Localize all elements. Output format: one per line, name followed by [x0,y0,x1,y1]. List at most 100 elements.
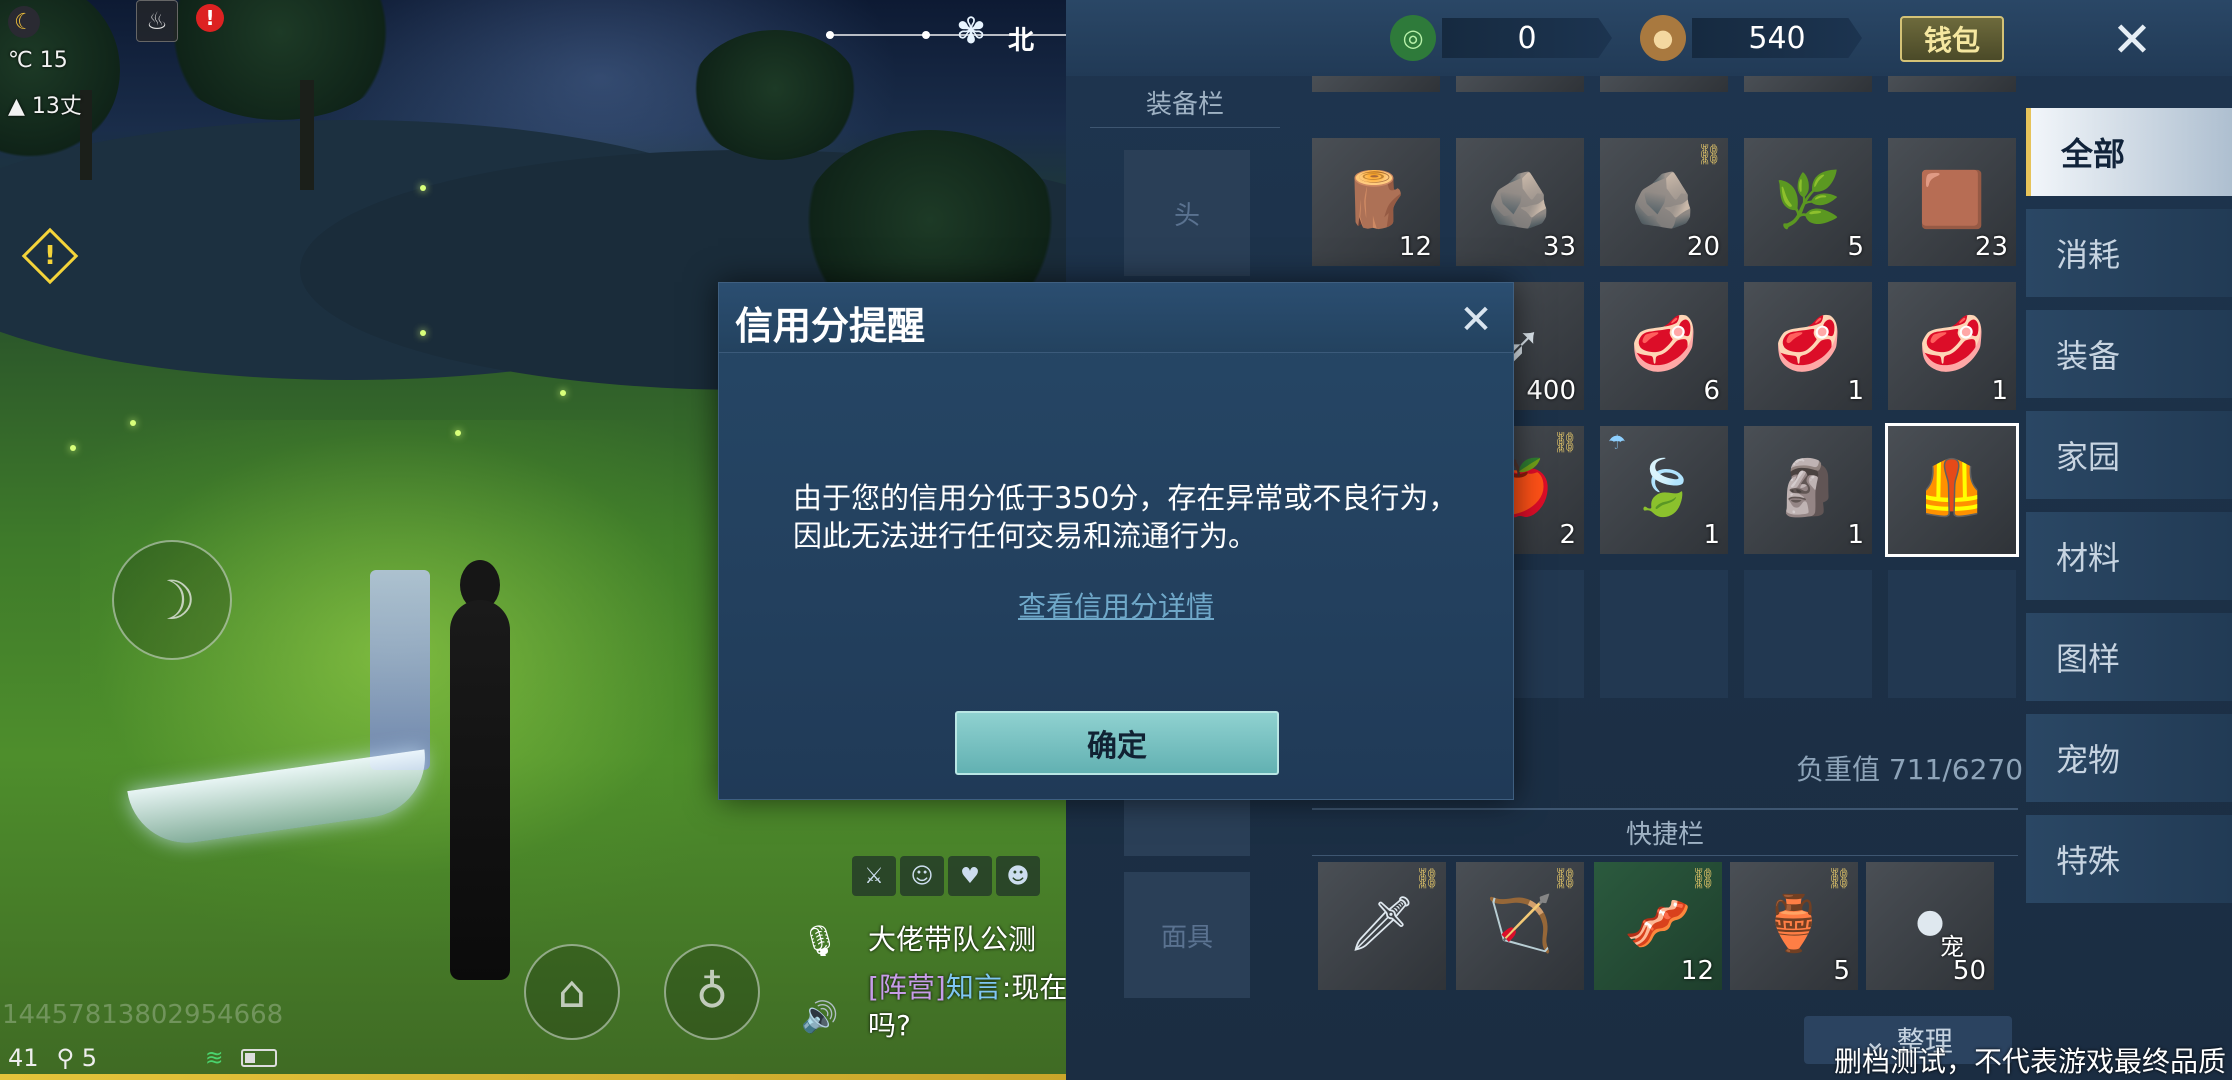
empty-slot[interactable] [1744,570,1872,698]
coin-icon: ● [1640,15,1686,61]
inventory-slot[interactable]: 🥩 1 [1744,282,1872,410]
inventory-slot[interactable]: 🥩 1 [1888,282,2016,410]
crossbow-icon: 🏹 [1486,892,1554,955]
tab-consumable[interactable]: 消耗 [2026,209,2232,297]
item-count: 5 [1833,956,1850,986]
compass-north: 北 [1008,26,1035,56]
microphone-icon[interactable]: 🎙 [800,922,840,962]
raw-meat-icon: 🥩 [1774,312,1842,375]
chat-text: :现在 [1001,971,1066,1004]
inventory-slot[interactable] [1744,76,1872,92]
inventory-slot[interactable]: 🥩 6 [1600,282,1728,410]
item-count: 1 [1847,376,1864,406]
bag-button[interactable]: ♁ [664,944,760,1040]
raw-meat-icon: 🥩 [1918,312,1986,375]
tree-trunk [300,80,314,190]
credit-score-dialog: 信用分提醒 ✕ 由于您的信用分低于350分，存在异常或不良行为，因此无法进行任何… [718,282,1514,800]
gold-ore-icon: 🪨 [1630,168,1698,231]
team-channel-icon[interactable]: ☺ [900,856,944,896]
hunger-icon[interactable]: ♨ [136,0,178,42]
confirm-button[interactable]: 确定 [955,711,1279,775]
vest-icon: 🦺 [1918,456,1986,519]
firefly [70,445,76,451]
inventory-slot[interactable] [1456,76,1584,92]
sword-icon: 🗡 [1347,892,1417,955]
empty-slot[interactable] [1888,570,2016,698]
coin-currency: ● 540 [1640,14,1862,62]
equip-slot-head[interactable]: 头 [1124,150,1250,276]
firefly [420,330,426,336]
chat-user[interactable]: 知言 [946,971,1002,1004]
friend-channel-icon[interactable]: ♥ [948,856,992,896]
inventory-slot[interactable]: ☂ 🍃 1 [1600,426,1728,554]
guild-channel-icon[interactable]: ☻ [996,856,1040,896]
tab-special[interactable]: 特殊 [2026,815,2232,903]
weapon-skill-button[interactable]: ☽ [112,540,232,660]
quickbar-slot[interactable]: ⚫ 宠 50 [1866,862,1994,990]
inventory-slot[interactable]: ⛓ 🪨 20 [1600,138,1728,266]
temperature-readout: ℃ 15 [8,48,68,73]
xp-bar [0,1074,1066,1080]
inventory-slot[interactable]: 🪵 12 [1312,138,1440,266]
fps-readout: 41 [8,1044,39,1072]
equip-slot-mask[interactable]: 面具 [1124,872,1250,998]
fairy-marker-icon: ✾ [955,11,987,52]
item-count: 33 [1542,232,1576,262]
quickbar-slot[interactable]: ⛓ 🗡 [1318,862,1446,990]
gold-ore-icon: 🪨 [1486,168,1554,231]
credit-details-link[interactable]: 查看信用分详情 [719,585,1513,625]
inventory-slot[interactable] [1312,76,1440,92]
alert-icon[interactable]: ! [196,4,224,32]
close-icon[interactable]: ✕ [1453,297,1499,343]
tab-pet[interactable]: 宠物 [2026,714,2232,802]
speaker-icon[interactable]: 🔊 [800,998,840,1038]
character-body [450,600,510,980]
close-inventory-icon[interactable]: ✕ [2100,8,2164,72]
altitude-readout: ▲ 13丈 [8,88,82,120]
coin-value: 540 [1692,18,1862,58]
item-count: 1 [1991,376,2008,406]
quickbar-slot[interactable]: ⛓ 🥓 12 [1594,862,1722,990]
quickbar-slot[interactable]: ⛓ 🏺 5 [1730,862,1858,990]
battery-icon [241,1049,278,1067]
tab-blueprint[interactable]: 图样 [2026,613,2232,701]
inventory-slot-selected[interactable]: 🦺 [1885,423,2019,557]
home-button[interactable]: ⌂ [524,944,620,1040]
compass: ✾ 北 [826,11,1066,56]
chat-line-2[interactable]: [阵营]知言:现在 [868,966,1066,1006]
dialog-message: 由于您的信用分低于350分，存在异常或不良行为，因此无法进行任何交易和流通行为。 [793,481,1458,553]
inventory-slot[interactable] [1600,76,1728,92]
vase-icon: 🏺 [1760,892,1828,955]
faction-channel-icon[interactable]: ⚔ [852,856,896,896]
weight-readout: 负重值 711/6270 [1796,753,2024,786]
quickbar-title: 快捷栏 [1312,808,2018,856]
tab-material[interactable]: 材料 [2026,512,2232,600]
empty-slot[interactable] [1600,570,1728,698]
quickbar-slot[interactable]: ⛓ 🏹 [1456,862,1584,990]
category-tabs: 全部 消耗 装备 家园 材料 图样 宠物 特殊 [2026,108,2232,916]
test-disclaimer: 删档测试，不代表游戏最终品质 [1834,1045,2227,1078]
leaf-bowl-icon: 🍃 [1630,456,1698,519]
jade-icon: ◎ [1390,15,1436,61]
raw-meat-icon: 🥩 [1630,312,1698,375]
inventory-slot[interactable]: 🟫 23 [1888,138,2016,266]
tab-all[interactable]: 全部 [2026,108,2232,196]
equipment-title: 装备栏 [1090,84,1280,128]
wallet-button[interactable]: 钱包 [1900,16,2004,62]
tab-home[interactable]: 家园 [2026,411,2232,499]
herb-icon: 🌿 [1774,168,1842,231]
inventory-slot[interactable]: 🪨 33 [1456,138,1584,266]
wifi-icon: ≋ [205,1045,224,1071]
firefly [455,430,461,436]
item-count: 12 [1398,232,1432,262]
inventory-slot[interactable]: 🗿 1 [1744,426,1872,554]
mountain-icon: ▲ [8,94,25,119]
chat-line-1[interactable]: 大佬带队公测 [868,918,1036,958]
item-count: 20 [1686,232,1720,262]
firefly [130,420,136,426]
inventory-slot[interactable] [1888,76,2016,92]
warning-icon[interactable]: ! [30,236,70,276]
inventory-slot[interactable]: 🌿 5 [1744,138,1872,266]
tab-equipment[interactable]: 装备 [2026,310,2232,398]
item-count: 2 [1559,520,1576,550]
